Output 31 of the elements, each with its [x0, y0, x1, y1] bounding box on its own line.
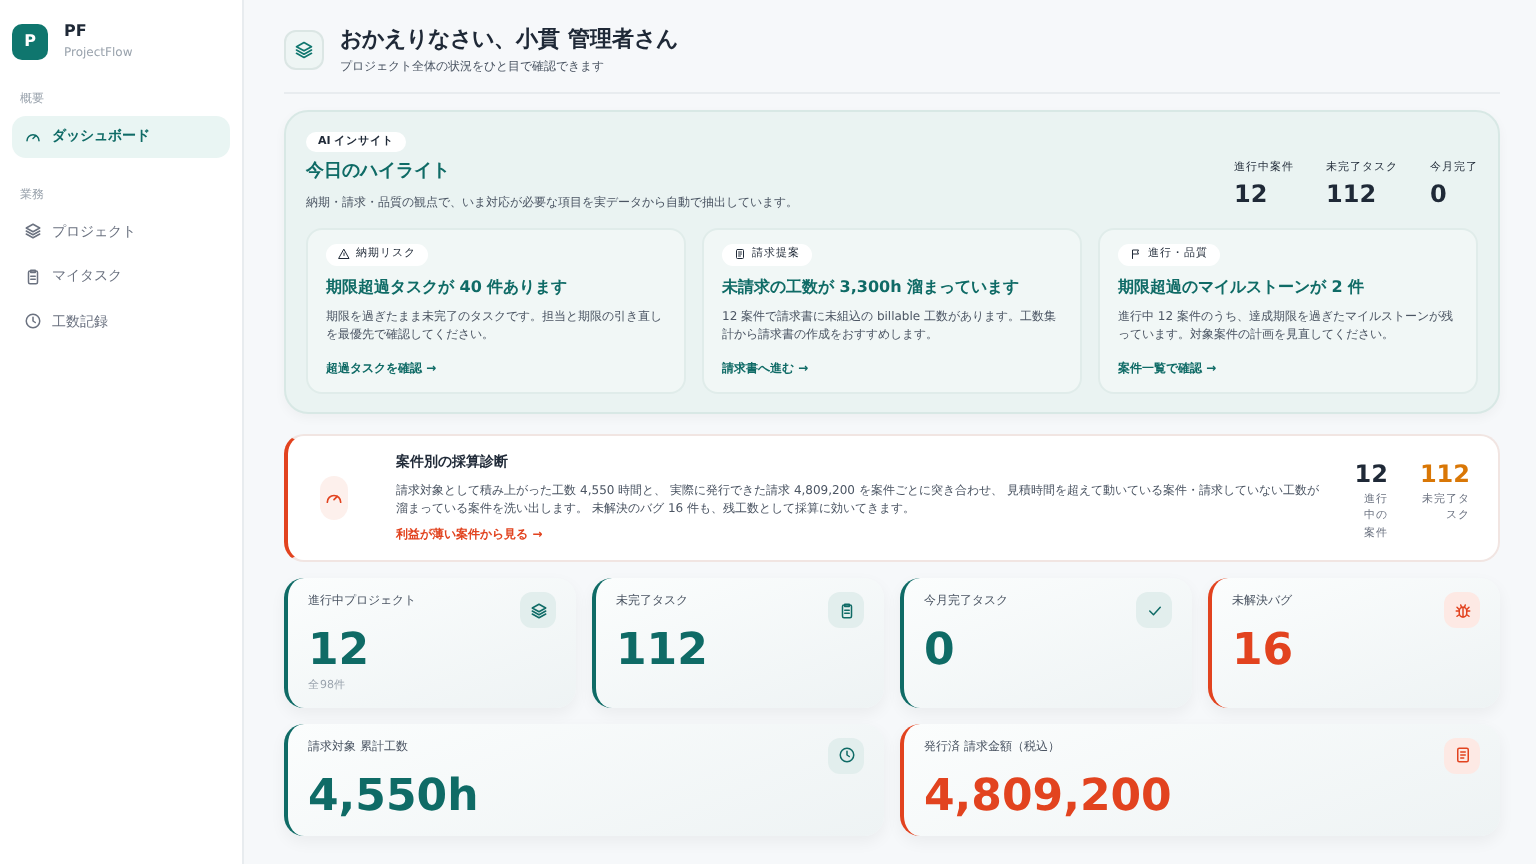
clipboard-icon [837, 601, 855, 620]
insight-title: 未請求の工数が 3,300h 溜まっています [722, 275, 1022, 300]
kpi-value: 16 [1232, 628, 1296, 678]
insight-title: 期限超過タスクが 40 件あります [326, 275, 570, 300]
page-title: おかえりなさい、小貫 管理者さん [340, 24, 678, 56]
clock-icon [24, 312, 42, 331]
bug-icon [1453, 601, 1471, 620]
clipboard-icon [24, 267, 42, 286]
stat-value: 12 [1354, 458, 1388, 492]
layers-icon [24, 222, 42, 241]
document-icon [734, 248, 746, 261]
brand-name: PF [64, 20, 89, 44]
logo-mark: P [12, 23, 48, 59]
flag-icon [1130, 248, 1142, 261]
document-icon [1453, 746, 1471, 765]
layers-icon [529, 601, 547, 620]
warning-icon [338, 248, 350, 261]
stat-value: 12 [1234, 178, 1270, 213]
kpi-value: 0 [924, 628, 957, 678]
insight-title: 期限超過のマイルストーンが 2 件 [1118, 275, 1367, 300]
stat-value: 0 [1430, 178, 1449, 213]
stat-value: 112 [1326, 178, 1379, 213]
stat-value: 112 [1419, 458, 1470, 492]
check-icon [1145, 601, 1163, 620]
kpi-value: 4,550h [308, 773, 481, 822]
kpi-value: 4,809,200 [924, 773, 1174, 822]
kpi-value: 112 [616, 628, 710, 678]
kpi-value: 12 [308, 628, 372, 678]
layers-icon [294, 39, 314, 60]
highlight-title: 今日のハイライト [306, 159, 452, 186]
clock-icon [837, 746, 855, 765]
